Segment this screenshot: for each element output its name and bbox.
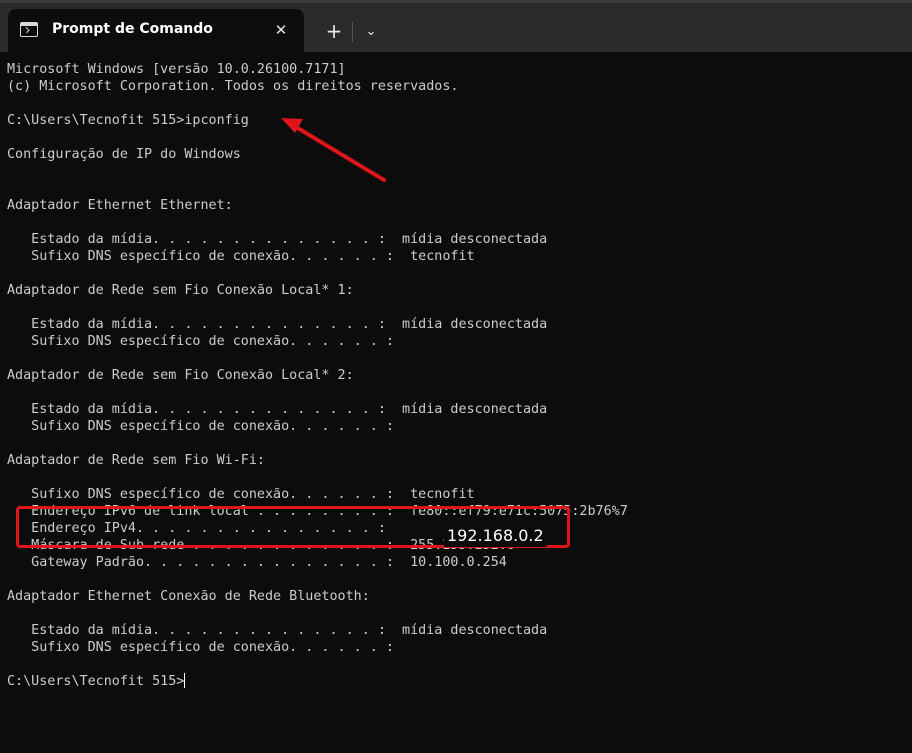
console-line: (c) Microsoft Corporation. Todos os dire… xyxy=(7,79,459,94)
console-line: Gateway Padrão. . . . . . . . . . . . . … xyxy=(7,555,507,570)
close-tab-icon[interactable]: ✕ xyxy=(271,20,291,40)
tab-separator xyxy=(352,22,353,42)
new-tab-button[interactable]: + xyxy=(320,18,348,46)
console-line: Adaptador Ethernet Conexão de Rede Bluet… xyxy=(7,589,370,604)
console-line: C:\Users\Tecnofit 515> xyxy=(7,673,186,689)
console-line: Adaptador de Rede sem Fio Conexão Local*… xyxy=(7,368,354,383)
console-line: Estado da mídia. . . . . . . . . . . . .… xyxy=(7,232,548,247)
tab-prompt-de-comando[interactable]: Prompt de Comando ✕ xyxy=(8,9,304,52)
console-line: Sufixo DNS específico de conexão. . . . … xyxy=(7,249,475,264)
title-bar: Prompt de Comando ✕ + ⌄ xyxy=(0,0,912,52)
terminal-icon xyxy=(20,22,38,37)
console-line: Estado da mídia. . . . . . . . . . . . .… xyxy=(7,402,548,417)
taskbar-strip xyxy=(0,0,912,3)
console-line: C:\Users\Tecnofit 515>ipconfig xyxy=(7,113,249,128)
tab-title: Prompt de Comando xyxy=(52,21,213,37)
console-output[interactable]: Microsoft Windows [versão 10.0.26100.717… xyxy=(7,61,628,690)
chevron-down-icon[interactable]: ⌄ xyxy=(357,18,385,46)
console-line: Adaptador de Rede sem Fio Conexão Local*… xyxy=(7,283,354,298)
console-line: Sufixo DNS específico de conexão. . . . … xyxy=(7,487,475,502)
console-line: Microsoft Windows [versão 10.0.26100.717… xyxy=(7,62,346,77)
command-prompt-window: Prompt de Comando ✕ + ⌄ Microsoft Window… xyxy=(0,0,912,753)
console-line: Estado da mídia. . . . . . . . . . . . .… xyxy=(7,317,548,332)
console-line: Configuração de IP do Windows xyxy=(7,147,241,162)
console-line: Adaptador de Rede sem Fio Wi-Fi: xyxy=(7,453,265,468)
console-line: Estado da mídia. . . . . . . . . . . . .… xyxy=(7,623,548,638)
console-line: Sufixo DNS específico de conexão. . . . … xyxy=(7,419,394,434)
console-line: Sufixo DNS específico de conexão. . . . … xyxy=(7,334,394,349)
console-line: Sufixo DNS específico de conexão. . . . … xyxy=(7,640,394,655)
ipv4-address-callout: 192.168.0.2 xyxy=(444,525,547,547)
text-cursor xyxy=(184,673,186,688)
console-line: Adaptador Ethernet Ethernet: xyxy=(7,198,233,213)
